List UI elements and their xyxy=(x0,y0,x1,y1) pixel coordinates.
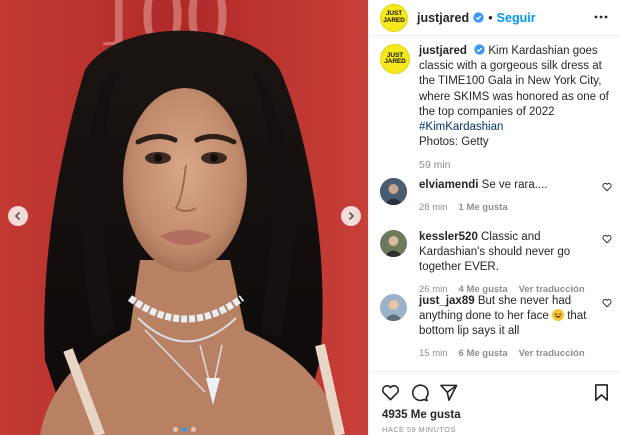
separator: • xyxy=(488,10,493,25)
carousel-dot xyxy=(190,427,196,432)
commenter-avatar[interactable] xyxy=(380,294,407,321)
avatar-image xyxy=(380,230,407,257)
comment-likes[interactable]: 1 Me gusta xyxy=(459,200,508,215)
verified-badge-icon xyxy=(474,44,485,55)
heart-icon[interactable] xyxy=(602,182,612,192)
chevron-left-icon xyxy=(14,211,21,221)
comment-item: just_jax89 But she never had anything do… xyxy=(380,294,612,361)
caption-photo-credit: Photos: Getty xyxy=(419,136,489,149)
comment-body: elviamendi Se ve rara.... 28 min 1 Me gu… xyxy=(419,178,597,215)
post-header: JUST JARED justjared • Seguir xyxy=(369,0,620,36)
commenter-username[interactable]: elviamendi xyxy=(419,179,478,191)
comment-item: kessler520 Classic and Kardashian's shou… xyxy=(380,230,612,297)
comment-time: 15 min xyxy=(419,348,448,359)
logo-text: JUST JARED xyxy=(383,10,405,24)
carousel-indicator xyxy=(0,427,368,432)
post-actions-bar: 4935 Me gusta HACE 59 MINUTOS xyxy=(369,371,620,435)
comment-body: kessler520 Classic and Kardashian's shou… xyxy=(419,230,597,297)
follow-button[interactable]: Seguir xyxy=(497,11,536,25)
comment-text: Se ve rara.... xyxy=(481,179,548,191)
author-username[interactable]: justjared xyxy=(417,11,469,25)
bookmark-icon[interactable] xyxy=(592,383,611,402)
caption-time: 59 min xyxy=(419,159,451,172)
avatar-image xyxy=(380,294,407,321)
laughing-emoji-icon xyxy=(552,309,564,321)
comment-item: elviamendi Se ve rara.... 28 min 1 Me gu… xyxy=(380,178,612,215)
heart-icon[interactable] xyxy=(602,234,612,244)
heart-icon[interactable] xyxy=(381,383,400,402)
post-timestamp: HACE 59 MINUTOS xyxy=(382,425,456,434)
carousel-dot xyxy=(172,427,178,432)
caption-body: justjared Kim Kardashian goes classic wi… xyxy=(419,44,611,174)
commenter-username[interactable]: kessler520 xyxy=(419,231,478,243)
caption-username[interactable]: justjared xyxy=(419,45,467,57)
heart-icon[interactable] xyxy=(602,298,612,308)
post-photo: 100 xyxy=(0,0,368,435)
post-media[interactable]: 100 xyxy=(0,0,368,435)
see-translation-link[interactable]: Ver traducción xyxy=(519,346,585,361)
post-side-panel: JUST JARED justjared • Seguir JUST JARED… xyxy=(368,0,620,435)
comment-meta: 28 min 1 Me gusta xyxy=(419,200,597,215)
commenter-avatar[interactable] xyxy=(380,178,407,205)
verified-badge-icon xyxy=(473,12,484,23)
post-caption: JUST JARED justjared Kim Kardashian goes… xyxy=(380,44,612,174)
caption-hashtag[interactable]: #KimKardashian xyxy=(419,121,503,133)
carousel-dot-active xyxy=(181,427,187,432)
previous-photo-button[interactable] xyxy=(8,206,28,226)
more-options-icon[interactable] xyxy=(593,9,609,25)
chevron-right-icon xyxy=(348,211,355,221)
comment-meta: 15 min 6 Me gusta Ver traducción xyxy=(419,346,597,361)
caption-avatar[interactable]: JUST JARED xyxy=(380,44,410,74)
instagram-post-modal: 100 xyxy=(0,0,620,435)
comment-bubble-icon[interactable] xyxy=(410,383,429,402)
avatar-image xyxy=(380,178,407,205)
post-like-count[interactable]: 4935 Me gusta xyxy=(382,409,461,421)
author-avatar[interactable]: JUST JARED xyxy=(380,3,408,32)
commenter-avatar[interactable] xyxy=(380,230,407,257)
logo-text: JUST JARED xyxy=(384,51,406,65)
next-photo-button[interactable] xyxy=(341,206,361,226)
commenter-username[interactable]: just_jax89 xyxy=(419,295,475,307)
paper-plane-icon[interactable] xyxy=(439,383,458,402)
comment-body: just_jax89 But she never had anything do… xyxy=(419,294,597,361)
comment-likes[interactable]: 6 Me gusta xyxy=(459,346,508,361)
comment-time: 28 min xyxy=(419,202,448,213)
